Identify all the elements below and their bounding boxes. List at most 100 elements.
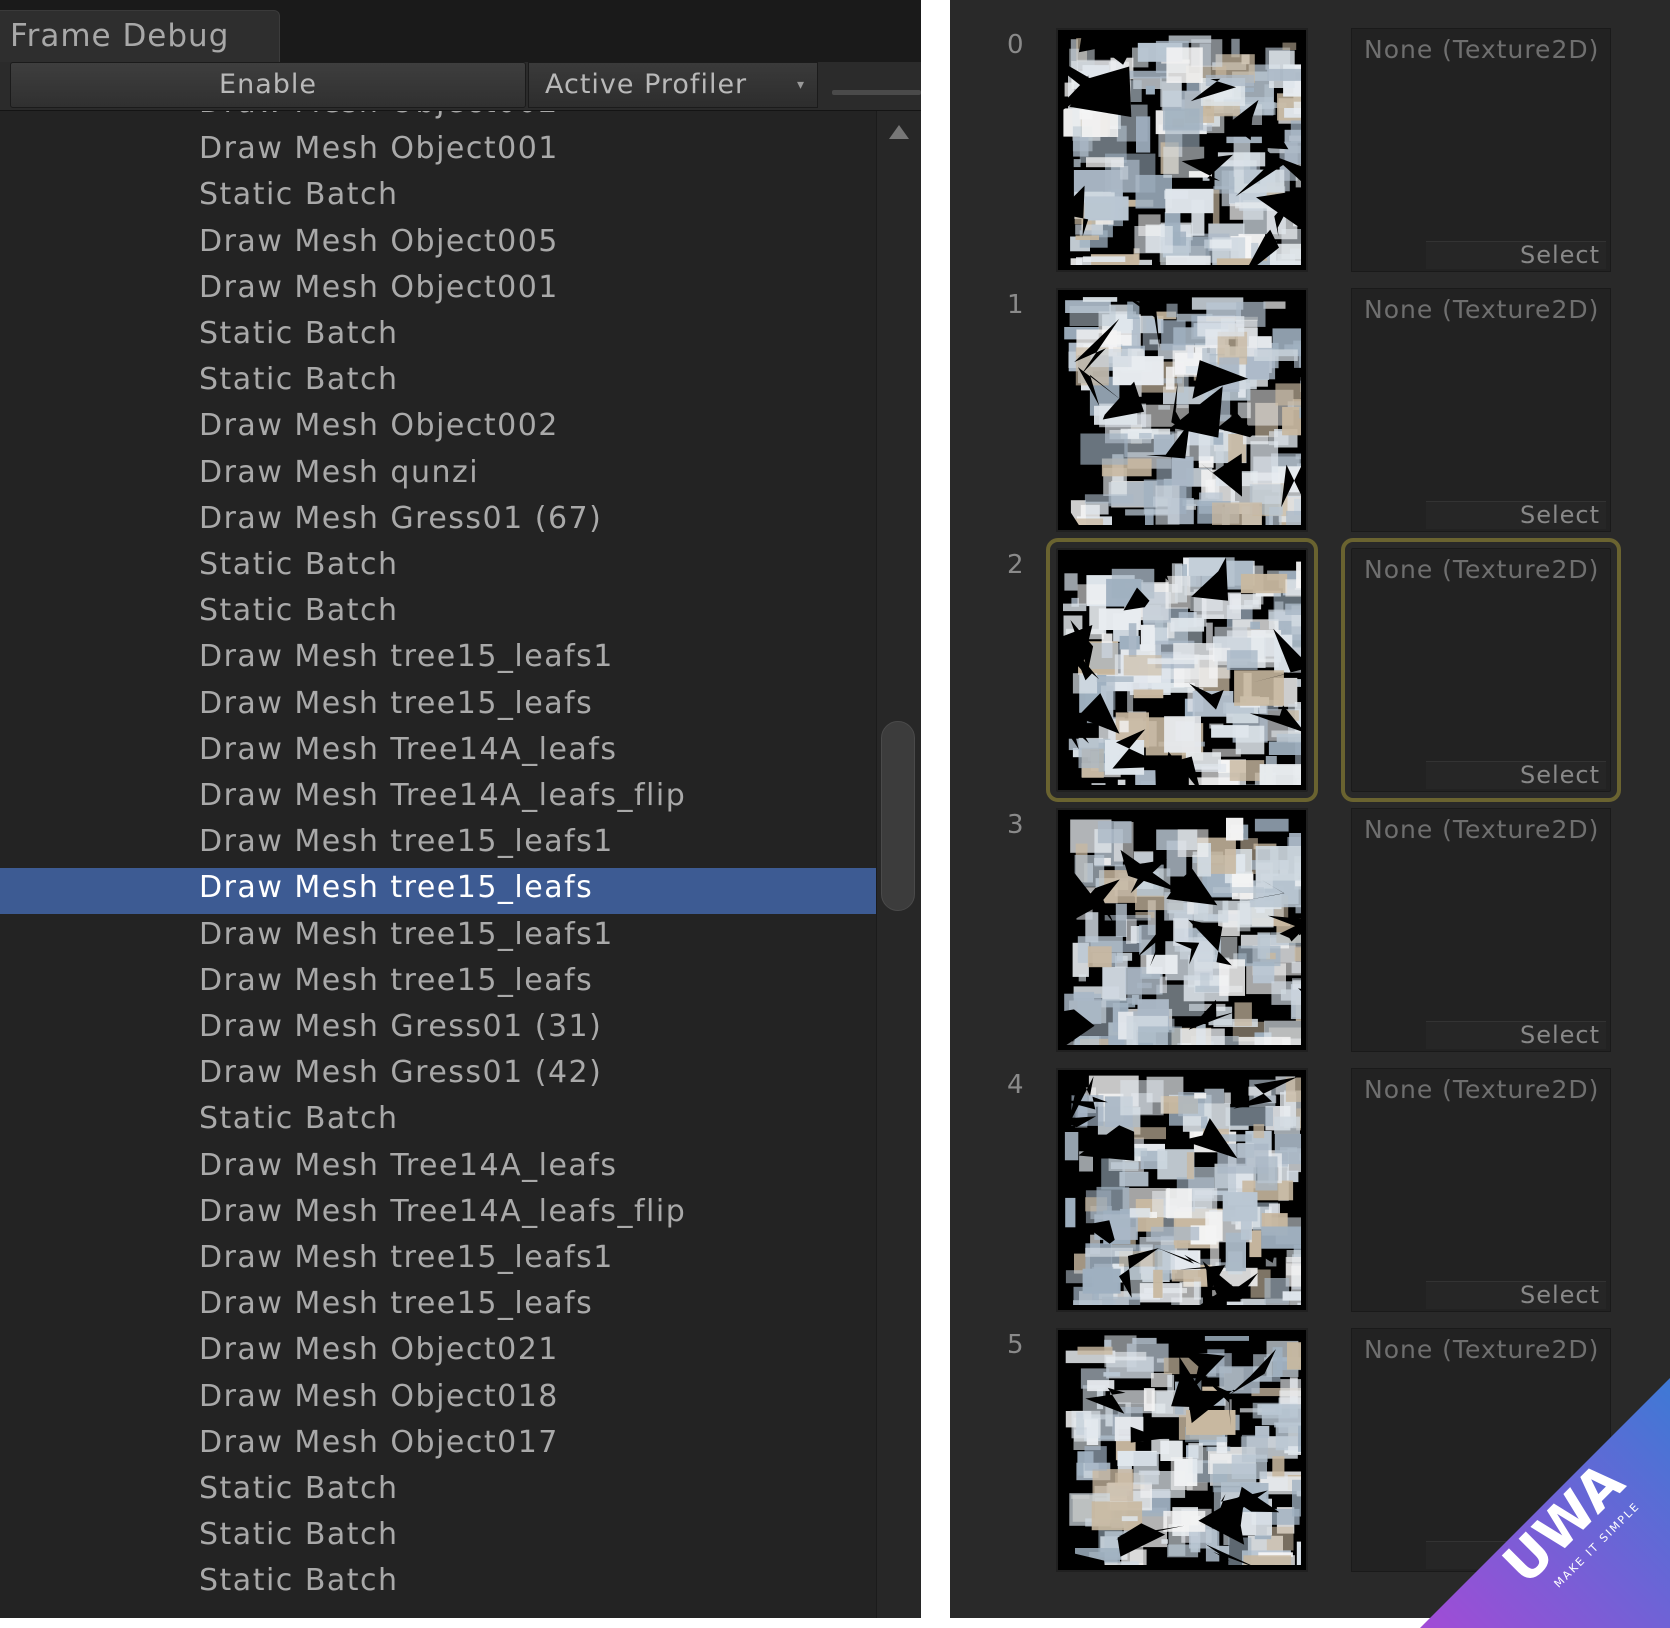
event-row[interactable]: Static Batch: [0, 360, 876, 406]
event-label: Draw Mesh tree15_leafs: [199, 963, 593, 998]
event-label: Draw Mesh Gress01 (31): [199, 1009, 602, 1044]
event-label: Draw Mesh tree15_leafs1: [199, 1240, 614, 1275]
event-row[interactable]: Draw Mesh tree15_leafs1: [0, 822, 876, 868]
event-label: Draw Mesh tree15_leafs: [199, 870, 593, 905]
event-row[interactable]: Draw Mesh Tree14A_leafs_flip: [0, 1192, 876, 1238]
event-label: Draw Mesh Tree14A_leafs: [199, 1148, 617, 1183]
texture-object-field[interactable]: None (Texture2D)Select: [1351, 28, 1611, 272]
texture-slot: 2 None (Texture2D)Select: [950, 542, 1670, 802]
event-slider[interactable]: [832, 90, 921, 95]
event-row[interactable]: Draw Mesh tree15_leafs1: [0, 637, 876, 683]
texture-thumbnail[interactable]: [1056, 1328, 1308, 1572]
event-row[interactable]: Draw Mesh Object002: [0, 406, 876, 452]
active-profiler-label: Active Profiler: [545, 63, 747, 107]
texture-object-field[interactable]: None (Texture2D)Select: [1351, 548, 1611, 792]
texture-thumbnail[interactable]: [1056, 808, 1308, 1052]
event-row[interactable]: Static Batch: [0, 1099, 876, 1145]
event-row[interactable]: Static Batch: [0, 545, 876, 591]
enable-button[interactable]: Enable: [10, 62, 526, 108]
event-row[interactable]: Static Batch: [0, 1561, 876, 1607]
slot-index: 0: [1007, 30, 1024, 60]
texture-thumbnail[interactable]: [1056, 548, 1308, 792]
scroll-thumb[interactable]: [881, 721, 915, 911]
event-label: Draw Mesh Object017: [199, 1425, 559, 1460]
tab-strip: Frame Debug: [0, 0, 921, 62]
event-row[interactable]: Static Batch: [0, 591, 876, 637]
texture-slot: 1None (Texture2D)Select: [950, 282, 1670, 542]
slot-index: 2: [1007, 550, 1024, 580]
event-row[interactable]: Draw Mesh Object005: [0, 222, 876, 268]
event-row[interactable]: Draw Mesh Object001: [0, 129, 876, 175]
texture-object-field[interactable]: None (Texture2D) Select: [1351, 1068, 1611, 1312]
event-row[interactable]: Draw Mesh Object017: [0, 1423, 876, 1469]
tab-frame-debug[interactable]: Frame Debug: [0, 10, 280, 62]
event-list: Draw Mesh Object002Draw Mesh Object001St…: [0, 111, 876, 1618]
event-row[interactable]: Draw Mesh Object021: [0, 1330, 876, 1376]
texture-atlas-image: [1063, 815, 1301, 1045]
event-label: Static Batch: [199, 1101, 399, 1136]
event-row[interactable]: Draw Mesh Tree14A_leafs_flip: [0, 776, 876, 822]
event-row[interactable]: Draw Mesh Object001: [0, 268, 876, 314]
event-row[interactable]: Draw Mesh tree15_leafs1: [0, 1238, 876, 1284]
event-label: Static Batch: [199, 1517, 399, 1552]
event-row[interactable]: Draw Mesh Object018: [0, 1377, 876, 1423]
event-row[interactable]: Draw Mesh Object002: [0, 111, 876, 129]
texture-object-field[interactable]: None (Texture2D)Select: [1351, 808, 1611, 1052]
select-texture-button[interactable]: Select: [1426, 761, 1606, 789]
select-texture-button[interactable]: Select: [1426, 1281, 1606, 1309]
event-row[interactable]: Draw Mesh tree15_leafs: [0, 1284, 876, 1330]
uwa-logo-icon: UWA MAKE IT SIMPLE: [1420, 1368, 1670, 1628]
event-label: Draw Mesh Object002: [199, 408, 559, 443]
event-row[interactable]: Draw Mesh Tree14A_leafs: [0, 1146, 876, 1192]
event-label: Draw Mesh qunzi: [199, 455, 479, 490]
slot-index: 3: [1007, 810, 1024, 840]
active-profiler-dropdown[interactable]: Active Profiler ▾: [528, 62, 818, 108]
event-row[interactable]: Static Batch: [0, 175, 876, 221]
event-label: Draw Mesh tree15_leafs1: [199, 639, 614, 674]
event-row[interactable]: Draw Mesh Gress01 (31): [0, 1007, 876, 1053]
event-label: Draw Mesh Gress01 (42): [199, 1055, 602, 1090]
texture-thumbnail[interactable]: [1056, 28, 1308, 272]
event-label: Static Batch: [199, 316, 399, 351]
event-label: Draw Mesh Object021: [199, 1332, 559, 1367]
select-texture-button[interactable]: Select: [1426, 501, 1606, 529]
slot-index: 5: [1007, 1330, 1024, 1360]
event-label: Draw Mesh tree15_leafs: [199, 686, 593, 721]
texture-slot: 3 None (Texture2D)Select: [950, 802, 1670, 1062]
scroll-up-arrow-icon[interactable]: [889, 125, 909, 139]
texture-object-field[interactable]: None (Texture2D) Select: [1351, 288, 1611, 532]
event-row[interactable]: Draw Mesh Tree14A_leafs: [0, 730, 876, 776]
event-label: Draw Mesh Object001: [199, 270, 559, 305]
texture-thumbnail[interactable]: [1056, 288, 1308, 532]
event-row-selected[interactable]: Draw Mesh tree15_leafs: [0, 868, 876, 914]
texture-atlas-image: [1063, 35, 1301, 265]
texture-slot: 0 None (Texture2D)Select: [950, 22, 1670, 282]
event-label: Static Batch: [199, 1471, 399, 1506]
select-texture-button[interactable]: Select: [1426, 1021, 1606, 1049]
texture-thumbnail[interactable]: [1056, 1068, 1308, 1312]
event-label: Draw Mesh Tree14A_leafs_flip: [199, 778, 686, 813]
event-row[interactable]: Static Batch: [0, 1469, 876, 1515]
event-label: Draw Mesh tree15_leafs1: [199, 917, 614, 952]
event-row[interactable]: Draw Mesh tree15_leafs: [0, 961, 876, 1007]
event-row[interactable]: Draw Mesh Gress01 (42): [0, 1053, 876, 1099]
event-label: Static Batch: [199, 547, 399, 582]
event-label: Static Batch: [199, 177, 399, 212]
texture-atlas-image: [1063, 1075, 1301, 1305]
event-row[interactable]: Draw Mesh Gress01 (67): [0, 499, 876, 545]
frame-debug-panel: Frame Debug Enable Active Profiler ▾ Dra…: [0, 0, 921, 1618]
event-row[interactable]: Draw Mesh tree15_leafs1: [0, 915, 876, 961]
texture-atlas-image: [1063, 555, 1301, 785]
tab-label: Frame Debug: [10, 18, 229, 54]
event-row[interactable]: Draw Mesh qunzi: [0, 453, 876, 499]
event-row[interactable]: Draw Mesh tree15_leafs: [0, 684, 876, 730]
event-label: Draw Mesh tree15_leafs: [199, 1286, 593, 1321]
event-row[interactable]: Static Batch: [0, 1515, 876, 1561]
select-texture-button[interactable]: Select: [1426, 241, 1606, 269]
none-texture-label: None (Texture2D): [1364, 1075, 1599, 1104]
event-label: Draw Mesh Object005: [199, 224, 559, 259]
toolbar: Enable Active Profiler ▾: [0, 62, 921, 111]
none-texture-label: None (Texture2D): [1364, 295, 1599, 324]
event-list-scrollbar[interactable]: [876, 111, 921, 1618]
event-row[interactable]: Static Batch: [0, 314, 876, 360]
